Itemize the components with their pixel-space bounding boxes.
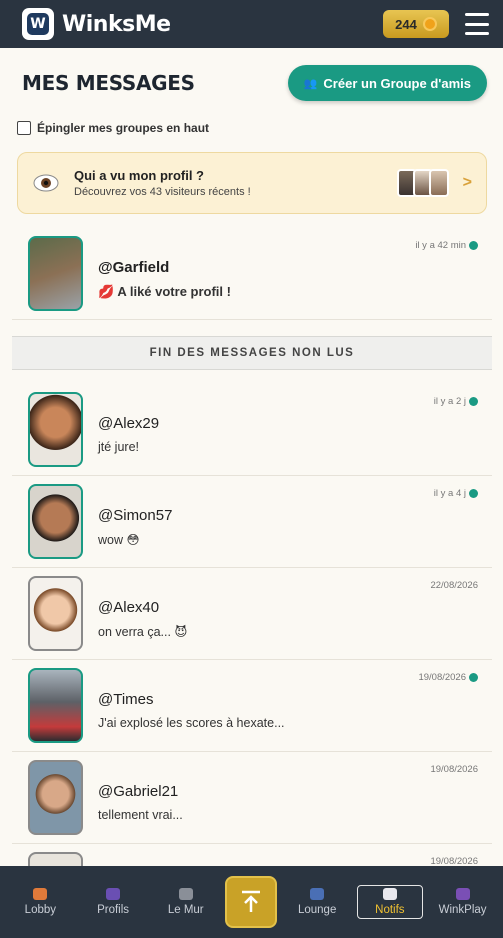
message-item[interactable]: @Simon57 wow 😳 il y a 4 j xyxy=(12,476,492,568)
nav-label: Lobby xyxy=(24,904,57,916)
nav-label: WinkPlay xyxy=(438,904,487,916)
create-group-label: Créer un Groupe d'amis xyxy=(323,75,471,91)
nav-label: Notifs xyxy=(375,904,405,916)
nav-notifs[interactable]: Notifs xyxy=(356,885,423,919)
message-username: @Alex40 xyxy=(98,599,160,616)
avatar xyxy=(28,236,83,311)
visitor-thumb xyxy=(428,169,449,197)
message-preview: tellement vrai... xyxy=(98,808,183,822)
nav-label: Le Mur xyxy=(167,904,204,916)
message-time: 19/08/2026 xyxy=(430,764,478,775)
create-group-button[interactable]: 👥 Créer un Groupe d'amis xyxy=(287,65,487,101)
scroll-top-button[interactable] xyxy=(225,876,278,928)
message-username: @Alex29 xyxy=(98,415,160,432)
arrow-up-icon xyxy=(242,890,261,912)
camera-icon xyxy=(178,888,193,900)
group-icon: 👥 xyxy=(303,77,318,90)
message-username: @Gabriel21 xyxy=(98,783,179,800)
message-item[interactable]: @Alex29 jté jure! il y a 2 j xyxy=(12,384,492,476)
coin-count: 244 xyxy=(395,16,417,32)
top-bar: W WinksMe 244 xyxy=(0,0,503,48)
coin-icon xyxy=(422,17,437,31)
bottom-nav: Lobby Profils Le Mur Lounge Notifs WinkP… xyxy=(0,866,503,938)
visitors-subtitle: Découvrez vos 43 visiteurs récents ! xyxy=(74,186,251,198)
people-icon xyxy=(106,888,121,900)
logo-icon: W xyxy=(27,13,49,35)
coin-balance[interactable]: 244 xyxy=(383,10,449,38)
profile-visitors-card[interactable]: Qui a vu mon profil ? Découvrez vos 43 v… xyxy=(17,152,487,214)
avatar xyxy=(28,484,83,559)
visitors-title: Qui a vu mon profil ? xyxy=(74,168,204,183)
online-indicator xyxy=(469,489,478,498)
message-item[interactable]: @Gabriel21 tellement vrai... 19/08/2026 xyxy=(12,752,492,844)
brand-name: WinksMe xyxy=(62,11,171,37)
sofa-icon xyxy=(310,888,325,900)
nav-lounge[interactable]: Lounge xyxy=(284,888,350,916)
gamepad-icon xyxy=(455,888,470,900)
message-item[interactable]: @Alex40 on verra ça... 😈 22/08/2026 xyxy=(12,568,492,660)
message-username: @Simon57 xyxy=(98,507,173,524)
online-indicator xyxy=(469,673,478,682)
avatar xyxy=(28,760,83,835)
online-indicator xyxy=(469,241,478,250)
lips-icon: 💋 xyxy=(98,284,115,299)
nav-label: Lounge xyxy=(297,904,337,916)
message-item[interactable]: @Garfield 💋 A liké votre profil ! il y a… xyxy=(12,228,492,320)
home-icon xyxy=(33,888,48,900)
avatar xyxy=(28,668,83,743)
message-preview: J'ai explosé les scores à hexate... xyxy=(98,716,285,730)
message-username: @Times xyxy=(98,691,154,708)
visitor-thumbnails xyxy=(396,169,449,197)
message-time: il y a 42 min xyxy=(415,240,466,251)
avatar xyxy=(28,392,83,467)
avatar xyxy=(28,576,83,651)
nav-profils[interactable]: Profils xyxy=(80,888,146,916)
online-indicator xyxy=(469,397,478,406)
eye-icon xyxy=(32,169,60,197)
app-logo[interactable]: W xyxy=(22,8,54,40)
title-row: MES MESSAGES 👥 Créer un Groupe d'amis xyxy=(22,64,487,102)
message-item[interactable]: @Times J'ai explosé les scores à hexate.… xyxy=(12,660,492,752)
message-preview: wow 😳 xyxy=(98,533,140,547)
chat-bubble-icon xyxy=(382,888,397,900)
pin-checkbox[interactable] xyxy=(17,121,31,135)
chevron-right-icon: > xyxy=(462,174,472,191)
pin-groups-option[interactable]: Épingler mes groupes en haut xyxy=(17,121,209,135)
message-username: @Garfield xyxy=(98,259,170,276)
page-title: MES MESSAGES xyxy=(22,71,195,95)
nav-label: Profils xyxy=(97,904,130,916)
message-preview: 💋 A liké votre profil ! xyxy=(98,284,231,299)
message-time: 19/08/2026 xyxy=(418,672,466,683)
message-time: il y a 4 j xyxy=(433,488,466,499)
message-preview: on verra ça... 😈 xyxy=(98,625,188,639)
pin-label: Épingler mes groupes en haut xyxy=(37,121,210,135)
nav-le-mur[interactable]: Le Mur xyxy=(153,888,219,916)
menu-icon[interactable] xyxy=(465,13,489,35)
nav-winkplay[interactable]: WinkPlay xyxy=(430,888,496,916)
message-preview: jté jure! xyxy=(98,440,139,454)
message-time: 22/08/2026 xyxy=(430,580,478,591)
message-time: il y a 2 j xyxy=(433,396,466,407)
unread-divider: FIN DES MESSAGES NON LUS xyxy=(12,336,492,370)
nav-lobby[interactable]: Lobby xyxy=(7,888,73,916)
